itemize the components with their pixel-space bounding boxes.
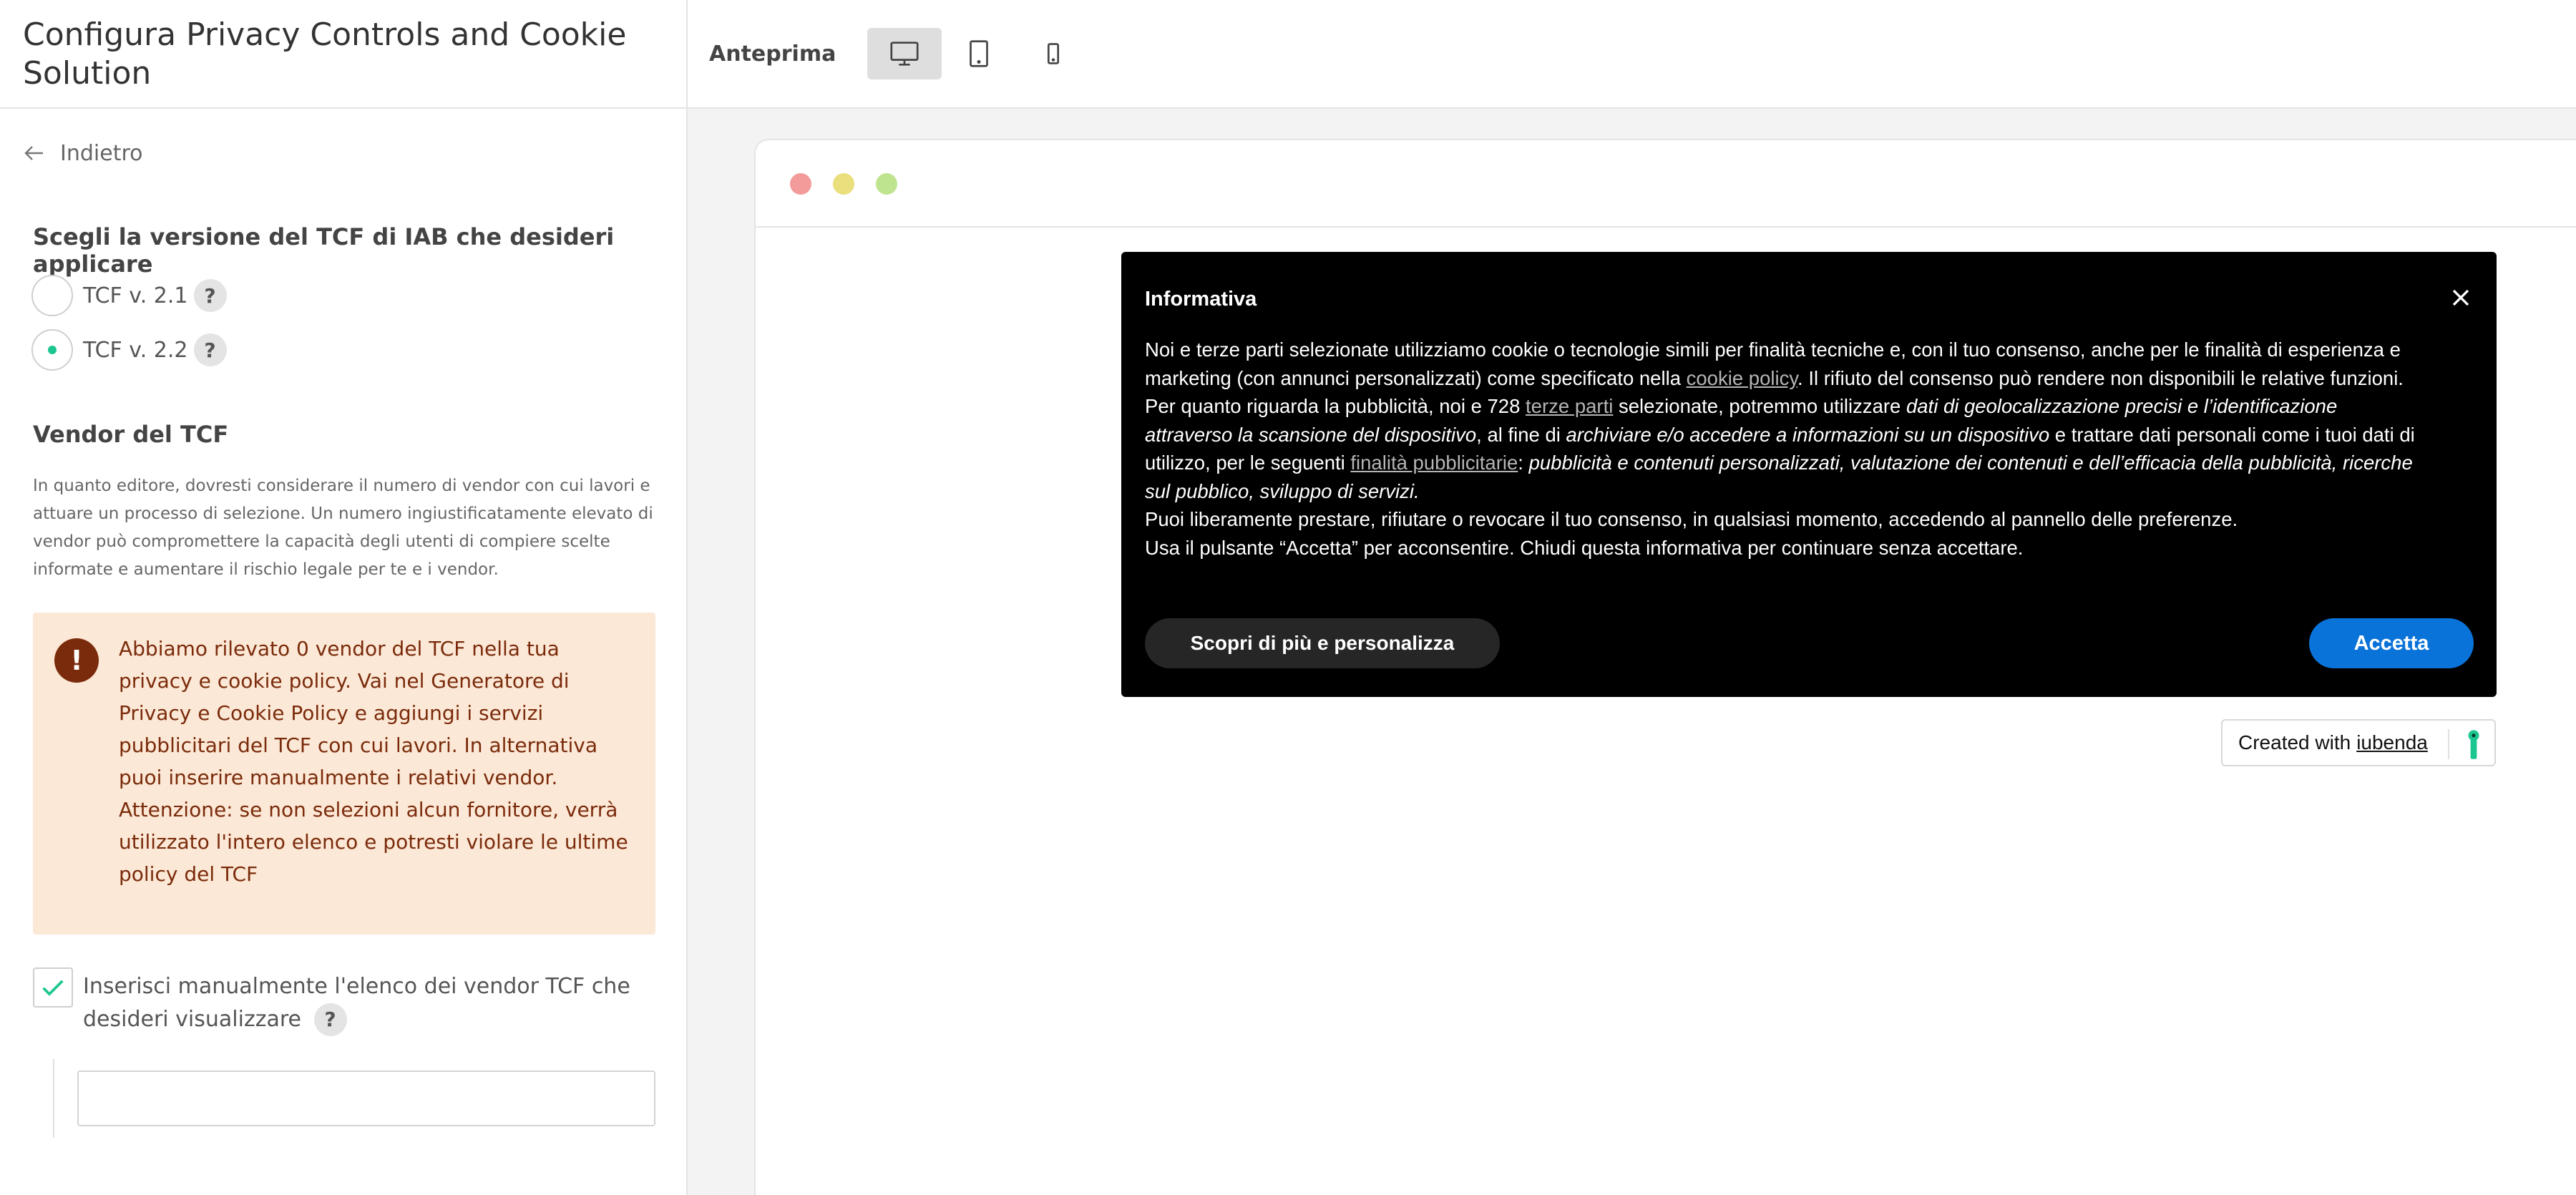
learn-more-customize-button[interactable]: Scopri di più e personalizza bbox=[1145, 618, 1500, 668]
device-tablet-button[interactable] bbox=[942, 28, 1016, 79]
advertising-purposes-link[interactable]: finalità pubblicitarie bbox=[1350, 452, 1518, 474]
back-link[interactable]: Indietro bbox=[21, 140, 143, 166]
panel-header: Configura Privacy Controls and Cookie So… bbox=[0, 0, 686, 109]
close-icon[interactable] bbox=[2446, 283, 2475, 312]
manual-vendors-checkbox[interactable] bbox=[33, 967, 73, 1008]
vendor-section-title: Vendor del TCF bbox=[33, 421, 229, 448]
tcf-option-22-label: TCF v. 2.2 bbox=[83, 337, 188, 363]
help-icon[interactable]: ? bbox=[313, 1003, 347, 1036]
checkmark-icon bbox=[42, 980, 64, 996]
banner-text: Noi e terze parti selezionate utilizziam… bbox=[1145, 336, 2419, 562]
preview-toolbar: Anteprima bbox=[688, 0, 2576, 109]
mobile-icon bbox=[1048, 43, 1060, 64]
tcf-option-22[interactable]: TCF v. 2.2 ? bbox=[31, 329, 227, 371]
nested-guide-line bbox=[53, 1059, 54, 1138]
desktop-icon bbox=[890, 42, 919, 66]
tcf-version-title: Scegli la versione del TCF di IAB che de… bbox=[33, 223, 615, 278]
banner-title: Informativa bbox=[1145, 288, 1257, 311]
iubenda-link[interactable]: iubenda bbox=[2356, 731, 2428, 754]
banner-paragraph-2: Per quanto riguarda la pubblicità, noi e… bbox=[1145, 395, 2415, 502]
tcf-option-21-label: TCF v. 2.1 bbox=[83, 283, 188, 308]
radio-selected-dot bbox=[48, 346, 57, 354]
alert-line-1: Abbiamo rilevato 0 vendor del TCF nella … bbox=[119, 637, 598, 789]
radio-tcf-22[interactable] bbox=[31, 329, 73, 371]
vendor-warning-alert: ! Abbiamo rilevato 0 vendor del TCF nell… bbox=[33, 613, 655, 935]
manual-vendors-text: Inserisci manualmente l'elenco dei vendo… bbox=[83, 974, 630, 1032]
manual-vendors-label: Inserisci manualmente l'elenco dei vendo… bbox=[83, 967, 655, 1036]
arrow-left-icon bbox=[24, 146, 43, 160]
help-icon[interactable]: ? bbox=[193, 333, 227, 366]
vendor-list-input[interactable] bbox=[77, 1070, 655, 1126]
preview-label: Anteprima bbox=[709, 41, 836, 67]
cookie-banner: Informativa Noi e terze parti selezionat… bbox=[1121, 252, 2497, 697]
device-desktop-button[interactable] bbox=[867, 28, 942, 79]
cookie-policy-link[interactable]: cookie policy bbox=[1687, 367, 1797, 389]
created-with-badge: Created with iubenda bbox=[2221, 719, 2496, 766]
banner-paragraph-3: Puoi liberamente prestare, rifiutare o r… bbox=[1145, 508, 2238, 530]
settings-panel: Configura Privacy Controls and Cookie So… bbox=[0, 0, 688, 1195]
device-mobile-button[interactable] bbox=[1016, 28, 1091, 79]
vendor-description: In quanto editore, dovresti considerare … bbox=[33, 477, 653, 579]
banner-paragraph-1: Noi e terze parti selezionate utilizziam… bbox=[1145, 338, 2404, 389]
window-maximize-dot bbox=[876, 173, 897, 195]
badge-divider bbox=[2448, 729, 2449, 759]
alert-line-2: Attenzione: se non selezioni alcun forni… bbox=[119, 798, 628, 886]
window-minimize-dot bbox=[833, 173, 854, 195]
banner-paragraph-4: Usa il pulsante “Accetta” per acconsenti… bbox=[1145, 536, 2024, 559]
created-with-text: Created with bbox=[2238, 731, 2351, 753]
iubenda-logo-icon bbox=[2468, 730, 2479, 759]
warning-icon: ! bbox=[54, 638, 99, 683]
tcf-option-21[interactable]: TCF v. 2.1 ? bbox=[31, 275, 227, 316]
page-title: Configura Privacy Controls and Cookie So… bbox=[23, 16, 627, 92]
third-parties-link[interactable]: terze parti bbox=[1526, 395, 1613, 417]
window-close-dot bbox=[790, 173, 811, 195]
browser-title-bar bbox=[756, 140, 2576, 228]
alert-message: Abbiamo rilevato 0 vendor del TCF nella … bbox=[119, 633, 634, 890]
help-icon[interactable]: ? bbox=[193, 279, 227, 312]
back-label: Indietro bbox=[60, 140, 143, 166]
tablet-icon bbox=[970, 40, 989, 67]
accept-button[interactable]: Accetta bbox=[2309, 618, 2474, 668]
manual-vendors-option[interactable]: Inserisci manualmente l'elenco dei vendo… bbox=[33, 967, 655, 1036]
radio-tcf-21[interactable] bbox=[31, 275, 73, 316]
